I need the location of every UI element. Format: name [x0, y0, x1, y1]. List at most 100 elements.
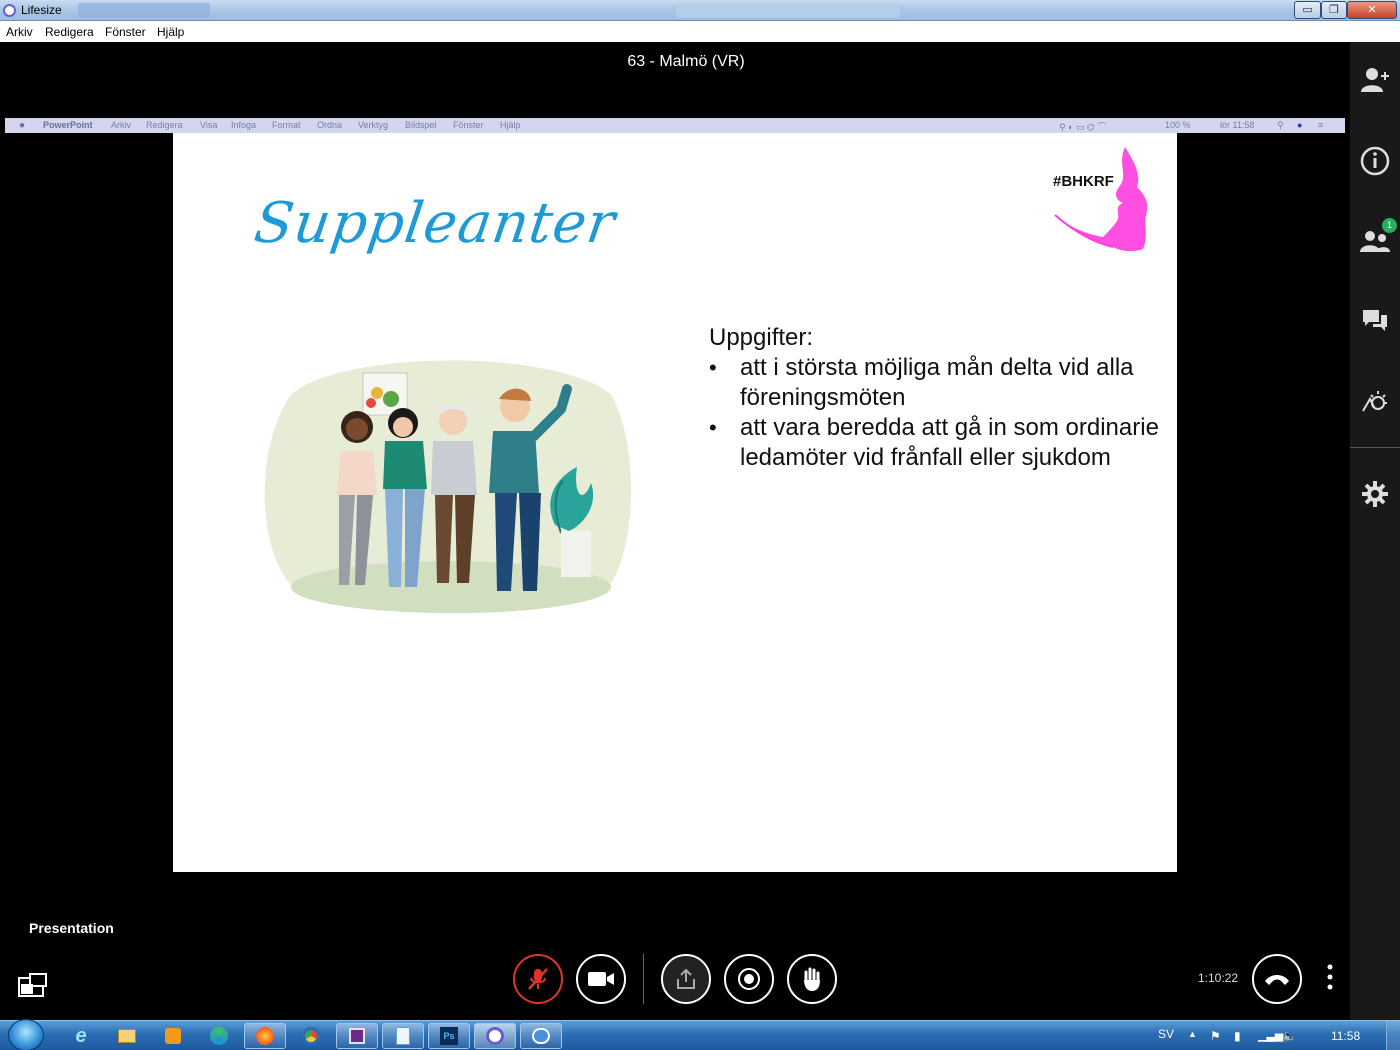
- apple-icon: ●: [19, 120, 26, 131]
- mac-menu-visa: Visa: [200, 120, 218, 130]
- close-button[interactable]: ✕: [1347, 1, 1397, 19]
- messenger-icon: [532, 1028, 550, 1044]
- mac-search-icon: ⚲: [1277, 120, 1284, 130]
- window-title-bar: Lifesize ▭ ❐ ✕: [0, 0, 1400, 21]
- volume-icon[interactable]: 🔈: [1282, 1029, 1297, 1043]
- taskbar-lifesize[interactable]: [474, 1023, 516, 1049]
- menu-arkiv[interactable]: Arkiv: [6, 25, 33, 39]
- mac-menu-bildspel: Bildspel: [405, 120, 437, 130]
- info-icon: [1360, 146, 1390, 176]
- shared-mac-menu-bar: ● PowerPoint Arkiv Redigera Visa Infoga …: [5, 118, 1345, 133]
- sidebar-divider: [1350, 447, 1400, 448]
- mac-status-icons: ⚲ ◐ ▭ ⌬ ⌒: [1059, 122, 1107, 132]
- hang-up-button[interactable]: [1252, 954, 1302, 1004]
- menu-fonster[interactable]: Fönster: [105, 25, 146, 39]
- brand-hashtag: #BHKRF: [1053, 173, 1114, 190]
- edge-icon: [210, 1027, 228, 1045]
- background-effects-button[interactable]: [1359, 387, 1391, 419]
- tasks-heading: Uppgifter:: [709, 324, 814, 351]
- settings-button[interactable]: [1359, 478, 1391, 510]
- taskbar-chrome[interactable]: [290, 1023, 332, 1049]
- battery-icon[interactable]: ▮: [1234, 1029, 1248, 1043]
- tasks-block: Uppgifter: att i största möjliga mån del…: [709, 323, 1159, 473]
- taskbar-notepad[interactable]: [382, 1023, 424, 1049]
- menu-hjalp[interactable]: Hjälp: [157, 25, 184, 39]
- record-icon: [738, 968, 760, 990]
- call-timer: 1:10:22: [1198, 971, 1239, 985]
- maximize-button[interactable]: ❐: [1321, 1, 1347, 19]
- mac-menu-ordna: Ordna: [317, 120, 343, 130]
- action-center-flag-icon[interactable]: ⚑: [1210, 1029, 1224, 1043]
- raise-hand-button[interactable]: [787, 954, 837, 1004]
- info-button[interactable]: [1359, 145, 1391, 177]
- window-title: Lifesize: [21, 3, 62, 17]
- phone-hangup-icon: [1265, 975, 1289, 985]
- meeting-view: 63 - Malmö (VR) ● PowerPoint Arkiv Redig…: [0, 42, 1350, 1020]
- mac-battery-percent: 100 %: [1165, 120, 1191, 130]
- hand-icon: [804, 967, 820, 991]
- mac-menu-arkiv: Arkiv: [111, 120, 131, 130]
- taskbar-edge[interactable]: [198, 1023, 240, 1049]
- blurred-title-area: [78, 3, 210, 18]
- task-item: att i största möjliga mån delta vid alla…: [709, 353, 1159, 413]
- firefox-icon: [256, 1027, 274, 1045]
- photoshop-icon: Ps: [440, 1027, 458, 1045]
- network-signal-icon[interactable]: ▁▃▅: [1258, 1029, 1283, 1043]
- mac-clock: lör 11:58: [1220, 120, 1255, 130]
- taskbar-media-player[interactable]: [152, 1023, 194, 1049]
- mac-menu-powerpoint: PowerPoint: [43, 120, 93, 130]
- team-illustration: [264, 360, 632, 614]
- notepad-icon: [396, 1027, 410, 1045]
- chrome-icon: [302, 1027, 320, 1045]
- menu-redigera[interactable]: Redigera: [45, 25, 94, 39]
- slide-title: Suppleanter: [250, 191, 620, 256]
- show-desktop-button[interactable]: [1386, 1021, 1400, 1050]
- presentation-slide: Suppleanter #BHKRF Uppgifter: • att i st…: [173, 133, 1177, 872]
- taskbar-internet-explorer[interactable]: e: [60, 1023, 102, 1049]
- record-button[interactable]: [724, 954, 774, 1004]
- internet-explorer-icon: e: [75, 1024, 87, 1047]
- bhkrf-face-logo: [1054, 147, 1148, 252]
- taskbar-file-explorer[interactable]: [106, 1023, 148, 1049]
- effects-icon: [1362, 391, 1387, 412]
- chat-icon: [1363, 310, 1387, 331]
- lifesize-icon: [486, 1027, 504, 1045]
- taskbar-firefox[interactable]: [244, 1023, 286, 1049]
- more-options-icon[interactable]: [1322, 962, 1338, 994]
- video-button[interactable]: [576, 954, 626, 1004]
- media-player-icon: [165, 1028, 181, 1044]
- meeting-sidebar: 1: [1350, 42, 1400, 1020]
- add-participant-button[interactable]: [1359, 64, 1391, 96]
- share-icon: [677, 968, 695, 989]
- share-screen-button[interactable]: [661, 954, 711, 1004]
- mac-menu-verktyg: Verktyg: [358, 120, 389, 130]
- floppy-disk-icon: [349, 1028, 365, 1044]
- chat-button[interactable]: [1359, 305, 1391, 337]
- tray-language[interactable]: SV: [1158, 1027, 1174, 1041]
- start-button[interactable]: [8, 1019, 44, 1050]
- presentation-label: Presentation: [29, 920, 114, 936]
- gear-icon: [1362, 481, 1388, 507]
- folder-icon: [118, 1029, 136, 1043]
- mute-button[interactable]: [513, 954, 563, 1004]
- mac-menu-format: Format: [272, 120, 301, 130]
- minimize-button[interactable]: ▭: [1294, 1, 1321, 19]
- taskbar-save-app[interactable]: [336, 1023, 378, 1049]
- tray-clock[interactable]: 11:58: [1331, 1029, 1360, 1043]
- microphone-muted-icon: [528, 968, 548, 990]
- taskbar-messenger[interactable]: [520, 1023, 562, 1049]
- lifesize-app-icon: [3, 4, 16, 17]
- show-hidden-icons-icon[interactable]: ▲: [1188, 1029, 1202, 1043]
- add-person-icon: [1361, 68, 1389, 92]
- task-item: att vara beredda att gå in som ordinarie…: [709, 413, 1159, 473]
- lifesize-app: Lifesize ▭ ❐ ✕ Arkiv Redigera Fönster Hj…: [0, 0, 1400, 1050]
- pip-toggle-icon[interactable]: [18, 972, 48, 998]
- tasks-list: att i största möjliga mån delta vid alla…: [709, 353, 1159, 473]
- participants-count-badge: 1: [1382, 218, 1397, 233]
- menu-bar: Arkiv Redigera Fönster Hjälp: [0, 21, 1400, 42]
- mac-menu-hjalp: Hjälp: [500, 120, 521, 130]
- controls-divider: [643, 954, 644, 1004]
- taskbar-photoshop[interactable]: Ps: [428, 1023, 470, 1049]
- blurred-title-area-2: [676, 3, 900, 18]
- mac-menu-fonster: Fönster: [453, 120, 484, 130]
